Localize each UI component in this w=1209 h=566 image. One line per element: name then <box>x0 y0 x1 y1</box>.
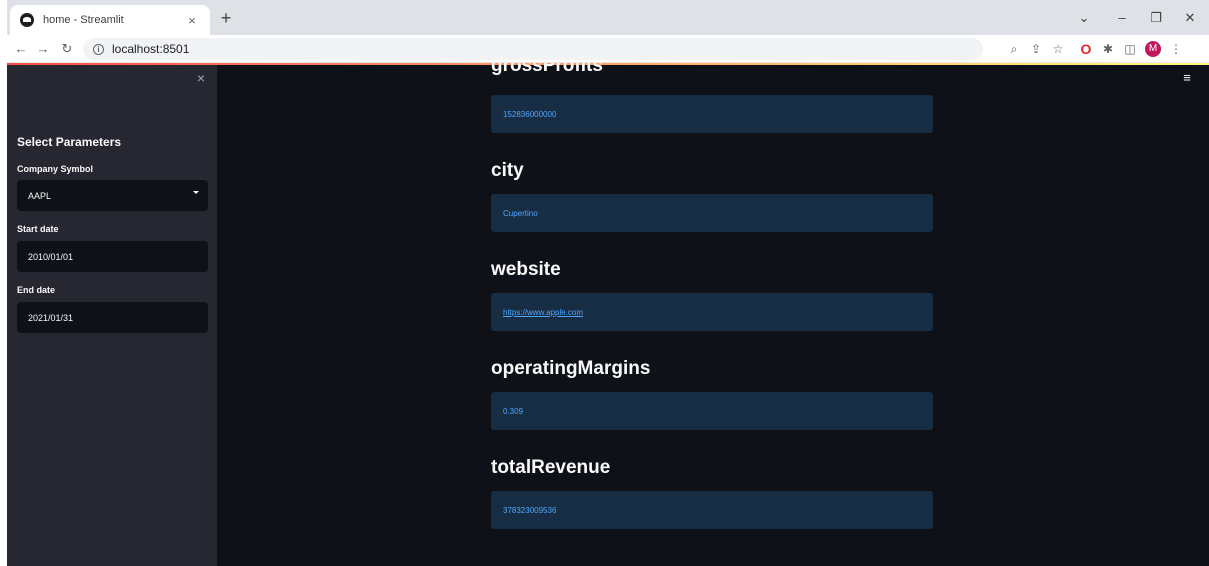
value-text: 0.309 <box>503 406 524 416</box>
sidebar-title: Select Parameters <box>17 135 122 149</box>
address-bar: ← → ↻ i localhost:8501 ⌕ ⇪ ☆ O ✱ ◫ M ⋮ <box>7 35 1209 63</box>
chevron-down-icon <box>193 191 199 194</box>
opera-extension-icon[interactable]: O <box>1077 40 1095 58</box>
start-date-label: Start date <box>17 224 59 234</box>
value-text: Cupertino <box>503 208 538 218</box>
browser-menu-icon[interactable]: ⋮ <box>1167 40 1185 58</box>
bookmark-star-icon[interactable]: ☆ <box>1049 40 1067 58</box>
end-date-label: End date <box>17 285 56 295</box>
new-tab-button[interactable]: + <box>215 8 237 30</box>
side-panel-icon[interactable]: ◫ <box>1121 40 1139 58</box>
section-heading: totalRevenue <box>491 457 611 478</box>
company-symbol-select[interactable]: AAPL <box>17 180 208 211</box>
section-heading: grossProfits <box>491 63 603 76</box>
value-box: 378323009536 <box>491 491 933 529</box>
zoom-icon[interactable]: ⌕ <box>1005 40 1023 58</box>
tab-search-button[interactable]: ⌄ <box>1073 8 1095 28</box>
back-icon[interactable]: ← <box>11 39 31 59</box>
section-heading: website <box>491 259 561 280</box>
main-menu-icon[interactable]: ≡ <box>1179 71 1195 85</box>
close-window-button[interactable]: ✕ <box>1179 8 1201 28</box>
reload-icon[interactable]: ↻ <box>57 39 77 59</box>
value-box: Cupertino <box>491 194 933 232</box>
company-symbol-value: AAPL <box>28 190 52 201</box>
browser-window: home - Streamlit × + ⌄ – ❐ ✕ ← → ↻ i loc… <box>7 0 1209 566</box>
end-date-input[interactable]: 2021/01/31 <box>17 302 208 333</box>
start-date-value: 2010/01/01 <box>28 251 74 262</box>
company-symbol-label: Company Symbol <box>17 164 94 174</box>
tab-close-button[interactable]: × <box>184 13 200 28</box>
restore-button[interactable]: ❐ <box>1145 8 1167 28</box>
value-box: 152836000000 <box>491 95 933 133</box>
minimize-button[interactable]: – <box>1111 8 1133 28</box>
streamlit-page: × Select Parameters Company Symbol AAPL … <box>7 63 1209 566</box>
extensions-puzzle-icon[interactable]: ✱ <box>1099 40 1117 58</box>
site-info-icon[interactable]: i <box>93 43 104 55</box>
share-icon[interactable]: ⇪ <box>1027 40 1045 58</box>
profile-avatar[interactable]: M <box>1145 41 1161 57</box>
tab-bar: home - Streamlit × + ⌄ – ❐ ✕ <box>7 0 1209 35</box>
section-heading: operatingMargins <box>491 358 651 379</box>
value-box: 0.309 <box>491 392 933 430</box>
tab-title: home - Streamlit <box>43 14 124 26</box>
start-date-input[interactable]: 2010/01/01 <box>17 241 208 272</box>
section-heading: city <box>491 160 524 181</box>
value-box: https://www.apple.com <box>491 293 933 331</box>
header-decoration <box>7 63 1209 65</box>
website-link[interactable]: https://www.apple.com <box>503 308 583 317</box>
url-field[interactable]: i localhost:8501 <box>83 38 983 60</box>
sidebar-close-icon[interactable]: × <box>193 70 209 86</box>
value-text: 378323009536 <box>503 505 557 515</box>
value-text: 152836000000 <box>503 109 557 119</box>
end-date-value: 2021/01/31 <box>28 312 74 323</box>
url-text: localhost:8501 <box>112 42 190 56</box>
forward-icon[interactable]: → <box>33 39 53 59</box>
browser-tab[interactable]: home - Streamlit × <box>10 5 210 35</box>
sidebar: × Select Parameters Company Symbol AAPL … <box>7 63 217 566</box>
streamlit-favicon-icon <box>20 13 34 27</box>
